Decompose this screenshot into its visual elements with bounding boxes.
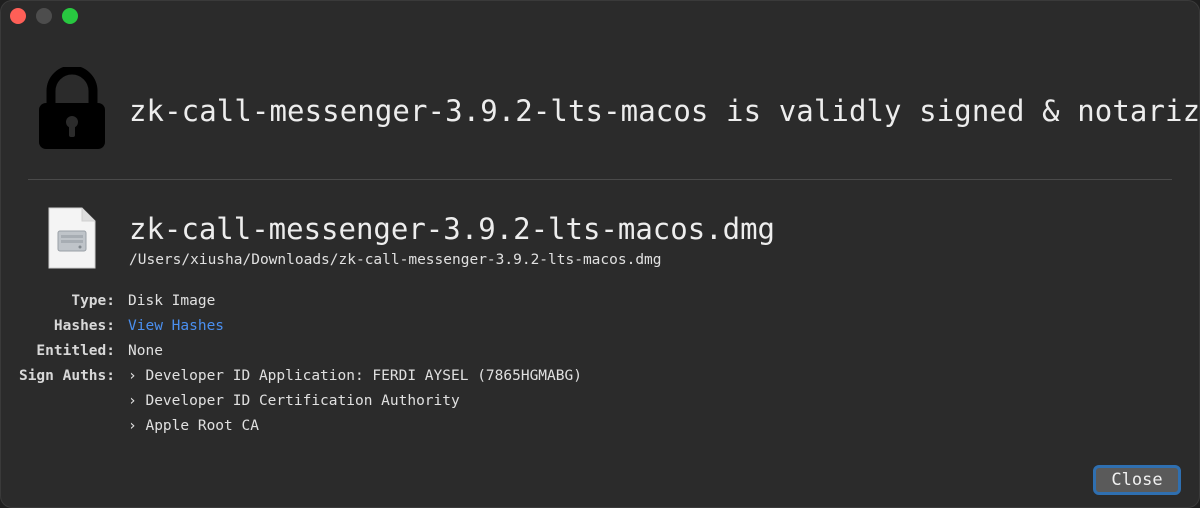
file-name: zk-call-messenger-3.9.2-lts-macos.dmg <box>129 212 776 246</box>
file-details: Type: Disk Image Hashes: View Hashes Ent… <box>1 289 582 439</box>
entitled-label: Entitled: <box>36 343 115 359</box>
type-row: Type: Disk Image <box>1 289 582 314</box>
entitled-value: None <box>128 343 163 359</box>
view-hashes-link[interactable]: View Hashes <box>128 314 224 339</box>
section-divider <box>28 179 1172 180</box>
hashes-row: Hashes: View Hashes <box>1 314 582 339</box>
type-label: Type: <box>71 293 115 309</box>
sign-auths-label: Sign Auths: <box>18 368 115 384</box>
close-button[interactable]: Close <box>1093 465 1181 495</box>
sign-auth-item: › Developer ID Application: FERDI AYSEL … <box>128 368 582 384</box>
type-value: Disk Image <box>128 293 216 309</box>
zoom-window-button[interactable] <box>62 8 78 24</box>
hashes-label: Hashes: <box>53 318 115 334</box>
minimize-window-button[interactable] <box>36 8 52 24</box>
entitled-row: Entitled: None <box>1 339 582 364</box>
close-window-button[interactable] <box>10 8 26 24</box>
signature-info-window: zk-call-messenger-3.9.2-lts-macos is val… <box>0 0 1200 508</box>
window-controls <box>10 8 78 24</box>
signature-status-headline: zk-call-messenger-3.9.2-lts-macos is val… <box>129 94 1200 128</box>
disk-image-file-icon <box>48 207 96 269</box>
sign-auth-item: › Apple Root CA <box>128 418 259 434</box>
lock-icon <box>39 67 105 149</box>
sign-auth-item: › Developer ID Certification Authority <box>128 393 460 409</box>
file-path: /Users/xiusha/Downloads/zk-call-messenge… <box>129 252 662 268</box>
sign-auths-row: Sign Auths: › Developer ID Application: … <box>1 364 582 439</box>
sign-auths-list: › Developer ID Application: FERDI AYSEL … <box>128 364 582 439</box>
